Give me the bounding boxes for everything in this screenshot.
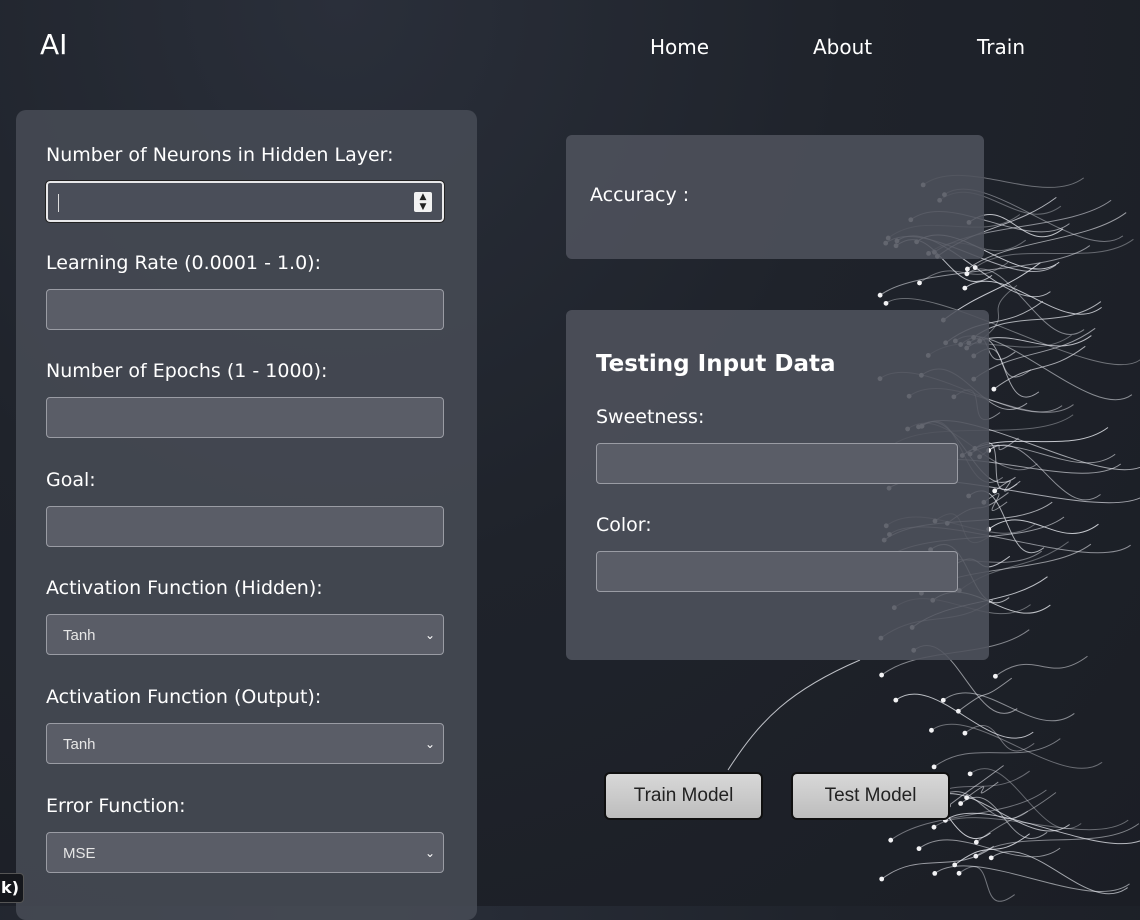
network-node — [973, 839, 979, 845]
network-node — [879, 876, 885, 882]
neurons-input[interactable]: ▲ ▼ — [45, 180, 445, 223]
color-label: Color: — [596, 514, 652, 536]
accuracy-label: Accuracy : — [590, 184, 690, 206]
tooltip-fragment: k) — [0, 873, 24, 903]
activation-output-select[interactable]: Tanh ⌄ — [46, 723, 444, 764]
error-function-select[interactable]: MSE ⌄ — [46, 832, 444, 873]
error-function-label: Error Function: — [46, 795, 186, 817]
network-node — [932, 870, 938, 876]
network-node — [888, 837, 894, 843]
sweetness-label: Sweetness: — [596, 406, 705, 428]
network-node — [967, 771, 973, 777]
network-node — [917, 280, 922, 286]
network-strand — [964, 280, 1102, 315]
network-strand — [727, 659, 861, 771]
number-spinner-icon[interactable]: ▲ ▼ — [414, 192, 432, 212]
activation-hidden-label: Activation Function (Hidden): — [46, 577, 323, 599]
nav-about-link[interactable]: About — [813, 35, 872, 59]
error-function-value: MSE — [63, 845, 96, 862]
network-strand — [954, 833, 1030, 866]
network-node — [931, 824, 937, 830]
chevron-down-icon: ⌄ — [424, 846, 435, 860]
network-strand — [958, 677, 1013, 712]
network-strand — [973, 301, 1102, 338]
network-node — [952, 862, 958, 868]
network-node — [929, 727, 934, 733]
activation-hidden-value: Tanh — [63, 627, 96, 644]
learning-rate-input[interactable] — [46, 289, 444, 330]
network-node — [992, 673, 998, 679]
network-strand — [967, 212, 1127, 270]
network-node — [883, 300, 889, 306]
activation-output-value: Tanh — [63, 736, 96, 753]
nav-train-link[interactable]: Train — [977, 35, 1025, 59]
network-node — [988, 855, 994, 861]
network-strand — [881, 845, 995, 880]
network-node — [962, 285, 968, 291]
network-node — [893, 697, 899, 703]
network-node — [992, 488, 998, 494]
network-node — [940, 697, 946, 703]
test-model-button[interactable]: Test Model — [791, 772, 950, 820]
train-model-button[interactable]: Train Model — [604, 772, 763, 820]
nav-home-link[interactable]: Home — [650, 35, 709, 59]
network-strand — [933, 738, 1061, 768]
app-logo: AI — [40, 28, 68, 61]
network-strand — [931, 723, 1103, 769]
chevron-down-icon: ⌄ — [424, 628, 435, 642]
neurons-label: Number of Neurons in Hidden Layer: — [46, 144, 394, 166]
epochs-input[interactable] — [46, 397, 444, 438]
color-input[interactable] — [596, 551, 958, 592]
network-node — [877, 292, 883, 298]
network-strand — [942, 692, 1075, 722]
text-caret — [58, 194, 59, 212]
network-node — [965, 266, 970, 272]
network-strand — [990, 851, 1128, 895]
network-node — [916, 846, 922, 852]
activation-hidden-select[interactable]: Tanh ⌄ — [46, 614, 444, 655]
network-node — [991, 386, 997, 392]
epochs-label: Number of Epochs (1 - 1000): — [46, 360, 328, 382]
network-node — [956, 870, 962, 876]
network-strand — [988, 444, 1101, 501]
sweetness-input[interactable] — [596, 443, 958, 484]
network-strand — [973, 327, 1096, 380]
network-strand — [995, 655, 1088, 677]
goal-label: Goal: — [46, 469, 96, 491]
network-node — [962, 730, 968, 736]
network-strand — [966, 781, 999, 799]
network-node — [931, 764, 937, 770]
network-node — [958, 801, 964, 806]
chevron-down-icon: ⌄ — [424, 737, 435, 751]
learning-rate-label: Learning Rate (0.0001 - 1.0): — [46, 252, 321, 274]
network-node — [879, 672, 885, 678]
activation-output-label: Activation Function (Output): — [46, 686, 322, 708]
goal-input[interactable] — [46, 506, 444, 547]
testing-title: Testing Input Data — [596, 351, 836, 377]
